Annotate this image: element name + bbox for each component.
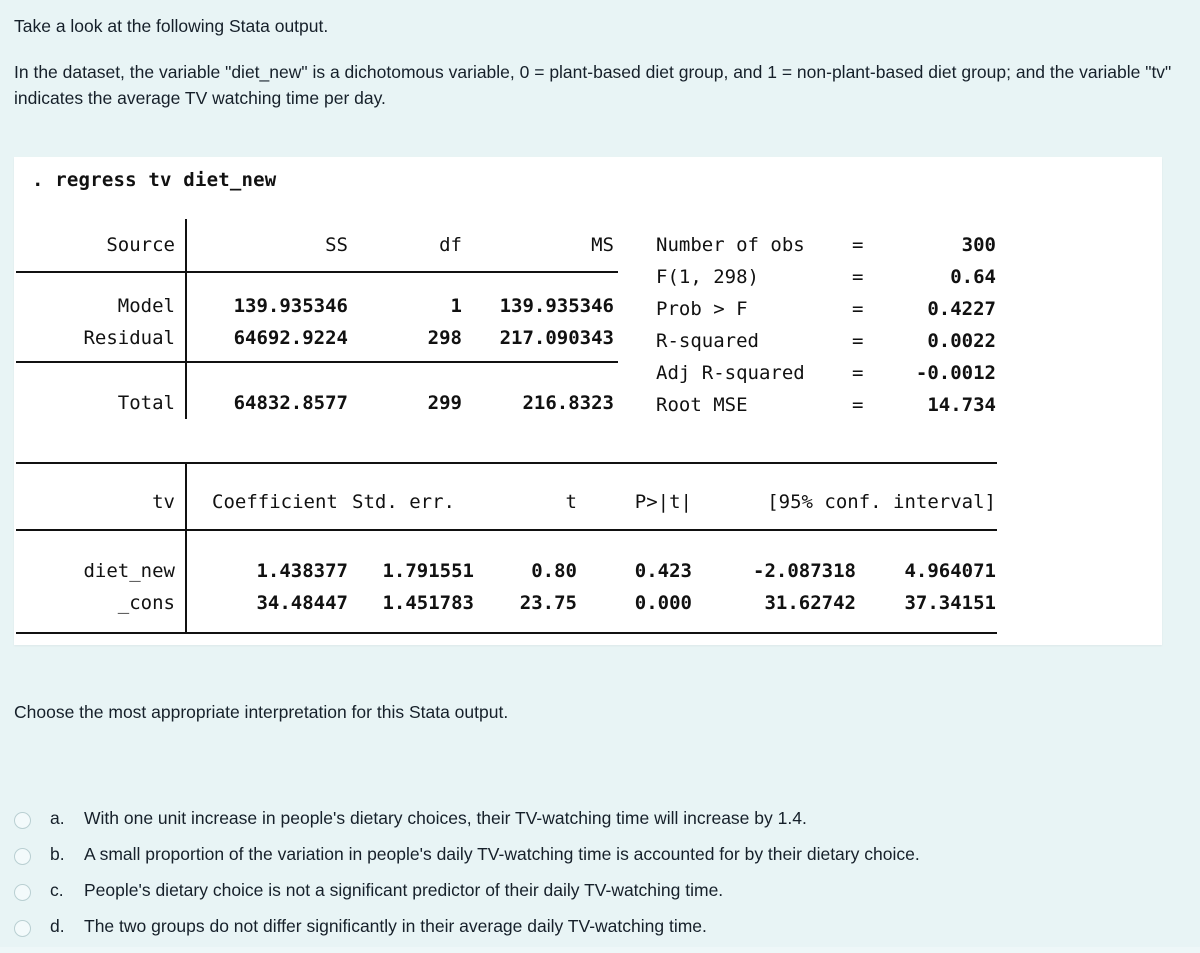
stat-value-prob-f: 0.4227 xyxy=(927,298,996,320)
anova-header-ms: MS xyxy=(591,234,614,256)
answer-option-text-a: With one unit increase in people's dieta… xyxy=(84,808,807,828)
coef-vertical-rule xyxy=(185,462,187,632)
intro-detail-paragraph: In the dataset, the variable "diet_new" … xyxy=(14,61,1172,109)
coef-row-ci-high-diet-new: 4.964071 xyxy=(904,560,996,582)
coef-header-p-value: P>|t| xyxy=(634,491,692,513)
coef-row-ci-high-cons: 37.34151 xyxy=(904,592,996,614)
stat-eq-root-mse: = xyxy=(852,394,864,416)
stat-label-root-mse: Root MSE xyxy=(656,394,748,416)
anova-row-ss-model: 139.935346 xyxy=(233,295,348,317)
coef-row-label-cons: _cons xyxy=(117,592,175,614)
answer-option-c[interactable]: c. People's dietary choice is not a sign… xyxy=(14,880,1194,916)
radio-button-icon-c[interactable] xyxy=(14,884,31,901)
stat-value-number-of-obs: 300 xyxy=(961,234,996,256)
stata-output-panel: . regress tv diet_new Source SS df MS Mo… xyxy=(14,157,1162,645)
coef-row-std-err-cons: 1.451783 xyxy=(382,592,474,614)
anova-row-ss-total: 64832.8577 xyxy=(233,392,348,414)
coef-header-coefficient: Coefficient xyxy=(212,491,338,513)
anova-row-df-residual: 298 xyxy=(427,327,462,349)
anova-row-label-total: Total xyxy=(117,392,175,414)
answer-option-a[interactable]: a. With one unit increase in people's di… xyxy=(14,808,1194,844)
intro-text-block: Take a look at the following Stata outpu… xyxy=(0,0,1200,112)
coef-top-rule xyxy=(16,462,997,464)
answer-options-list: a. With one unit increase in people's di… xyxy=(14,808,1194,952)
stat-eq-adj-r-squared: = xyxy=(852,362,864,384)
anova-row-ss-residual: 64692.9224 xyxy=(233,327,348,349)
page-bottom-band xyxy=(0,947,1200,953)
stat-label-prob-f: Prob > F xyxy=(656,298,748,320)
anova-header-rule xyxy=(16,271,618,273)
coef-header-std-err: Std. err. xyxy=(352,491,455,513)
radio-button-icon-b[interactable] xyxy=(14,848,31,865)
anova-total-rule xyxy=(16,361,618,363)
coef-row-ci-low-cons: 31.62742 xyxy=(764,592,856,614)
coef-bottom-rule xyxy=(16,632,997,634)
stat-label-r-squared: R-squared xyxy=(656,330,759,352)
answer-option-letter-c: c. xyxy=(50,880,64,900)
anova-row-ms-model: 139.935346 xyxy=(499,295,614,317)
question-prompt: Choose the most appropriate interpretati… xyxy=(14,702,509,722)
stat-eq-f-statistic: = xyxy=(852,266,864,288)
anova-row-label-model: Model xyxy=(117,295,175,317)
stata-output-content: . regress tv diet_new Source SS df MS Mo… xyxy=(14,157,1162,645)
answer-option-letter-a: a. xyxy=(50,808,65,828)
intro-lead-paragraph: Take a look at the following Stata outpu… xyxy=(14,16,329,36)
coef-header-dependent: tv xyxy=(152,491,175,513)
radio-button-icon-d[interactable] xyxy=(14,920,31,937)
stata-command-line: . regress tv diet_new xyxy=(32,169,277,191)
answer-option-text-d: The two groups do not differ significant… xyxy=(84,916,707,936)
coef-row-ci-low-diet-new: -2.087318 xyxy=(753,560,856,582)
coef-row-p-value-diet-new: 0.423 xyxy=(634,560,692,582)
stat-label-adj-r-squared: Adj R-squared xyxy=(656,362,805,384)
answer-option-letter-d: d. xyxy=(50,916,65,936)
answer-option-b[interactable]: b. A small proportion of the variation i… xyxy=(14,844,1194,880)
anova-vertical-rule xyxy=(185,219,187,419)
coef-row-p-value-cons: 0.000 xyxy=(634,592,692,614)
coef-header-conf-interval: [95% conf. interval] xyxy=(767,491,996,513)
answer-option-letter-b: b. xyxy=(50,844,65,864)
coef-row-t-cons: 23.75 xyxy=(519,592,577,614)
stat-eq-r-squared: = xyxy=(852,330,864,352)
stat-value-adj-r-squared: -0.0012 xyxy=(915,362,996,384)
stat-label-f-statistic: F(1, 298) xyxy=(656,266,759,288)
answer-option-text-c: People's dietary choice is not a signifi… xyxy=(84,880,724,900)
stat-value-root-mse: 14.734 xyxy=(927,394,996,416)
coef-row-coefficient-cons: 34.48447 xyxy=(256,592,348,614)
anova-header-source: Source xyxy=(106,234,175,256)
stat-value-r-squared: 0.0022 xyxy=(927,330,996,352)
coef-row-coefficient-diet-new: 1.438377 xyxy=(256,560,348,582)
anova-row-label-residual: Residual xyxy=(83,327,175,349)
radio-button-icon-a[interactable] xyxy=(14,812,31,829)
anova-row-df-model: 1 xyxy=(450,295,462,317)
anova-row-ms-residual: 217.090343 xyxy=(499,327,614,349)
answer-option-text-b: A small proportion of the variation in p… xyxy=(84,844,920,864)
coef-row-std-err-diet-new: 1.791551 xyxy=(382,560,474,582)
stat-value-f-statistic: 0.64 xyxy=(950,266,996,288)
coef-header-t: t xyxy=(565,491,577,513)
stat-eq-number-of-obs: = xyxy=(852,234,864,256)
anova-header-ss: SS xyxy=(325,234,348,256)
coef-row-t-diet-new: 0.80 xyxy=(531,560,577,582)
coef-header-rule xyxy=(16,529,997,531)
coef-row-label-diet-new: diet_new xyxy=(83,560,175,582)
anova-header-df: df xyxy=(439,234,462,256)
stat-label-number-of-obs: Number of obs xyxy=(656,234,805,256)
anova-row-ms-total: 216.8323 xyxy=(522,392,614,414)
stat-eq-prob-f: = xyxy=(852,298,864,320)
anova-row-df-total: 299 xyxy=(427,392,462,414)
